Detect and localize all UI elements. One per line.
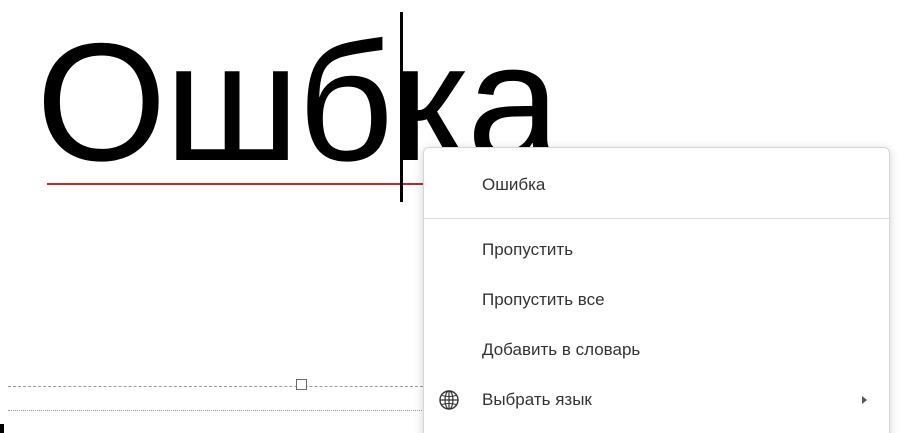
menu-item-label: Ошибка bbox=[482, 175, 546, 194]
menu-item-label: Пропустить bbox=[482, 240, 574, 259]
submenu-arrow-icon bbox=[862, 396, 867, 404]
menu-item-label: Добавить в словарь bbox=[482, 340, 641, 359]
menu-item-label: Пропустить все bbox=[482, 290, 605, 309]
menu-item-suggestion[interactable]: Ошибка bbox=[424, 160, 889, 210]
spellcheck-context-menu: Ошибка Пропустить Пропустить все Добавит… bbox=[423, 147, 890, 433]
text-cursor bbox=[400, 12, 403, 202]
globe-icon bbox=[438, 389, 460, 411]
menu-item-skip[interactable]: Пропустить bbox=[424, 225, 889, 275]
text-edge-mark bbox=[0, 424, 4, 433]
menu-separator bbox=[424, 218, 889, 219]
spellcheck-underline bbox=[47, 183, 427, 185]
frame-border-dashed bbox=[8, 386, 428, 387]
menu-item-add-to-dictionary[interactable]: Добавить в словарь bbox=[424, 325, 889, 375]
document-canvas: Ошбка Ошибка Пропустить Пропустить все Д… bbox=[0, 0, 911, 433]
resize-handle[interactable] bbox=[296, 379, 307, 390]
menu-item-skip-all[interactable]: Пропустить все bbox=[424, 275, 889, 325]
menu-item-label: Выбрать язык bbox=[482, 390, 592, 409]
frame-border-dotted bbox=[8, 410, 428, 411]
menu-item-select-language[interactable]: Выбрать язык bbox=[424, 375, 889, 425]
